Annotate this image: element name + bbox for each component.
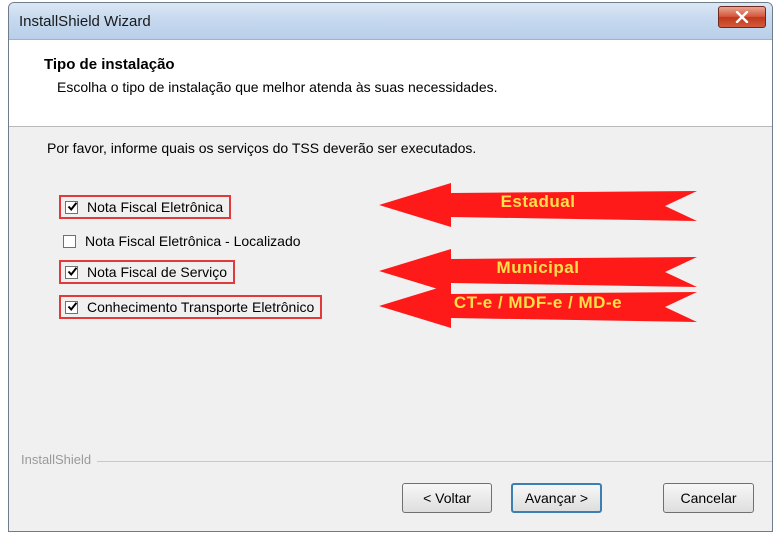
checkmark-icon bbox=[67, 201, 78, 211]
annotation-label: Estadual bbox=[500, 192, 576, 211]
option-label: Nota Fiscal Eletrônica - Localizado bbox=[85, 233, 301, 249]
annotation-arrow-estadual: Estadual bbox=[379, 183, 697, 229]
window-title: InstallShield Wizard bbox=[19, 13, 151, 30]
close-button[interactable] bbox=[718, 6, 766, 28]
checkbox-conhecimento-transporte-eletronico[interactable] bbox=[65, 300, 78, 314]
next-button[interactable]: Avançar > bbox=[511, 483, 602, 513]
installshield-window: InstallShield Wizard Tipo de instalação … bbox=[8, 2, 773, 532]
annotation-arrow-cte: CT-e / MDF-e / MD-e bbox=[379, 284, 697, 330]
option-label: Nota Fiscal Eletrônica bbox=[87, 199, 224, 215]
annotation-label: CT-e / MDF-e / MD-e bbox=[453, 293, 623, 312]
footer-divider bbox=[21, 461, 772, 462]
cancel-button[interactable]: Cancelar bbox=[663, 483, 754, 513]
back-button[interactable]: < Voltar bbox=[402, 483, 492, 513]
wizard-body: Por favor, informe quais os serviços do … bbox=[9, 127, 772, 531]
title-bar[interactable]: InstallShield Wizard bbox=[9, 3, 772, 40]
checkbox-nota-fiscal-eletronica[interactable] bbox=[65, 200, 78, 214]
option-conhecimento-transporte-eletronico[interactable]: Conhecimento Transporte Eletrônico bbox=[59, 295, 323, 319]
checkmark-icon bbox=[67, 301, 78, 311]
installshield-brand: InstallShield bbox=[21, 452, 98, 467]
instruction-text: Por favor, informe quais os serviços do … bbox=[47, 140, 477, 156]
wizard-header: Tipo de instalação Escolha o tipo de ins… bbox=[9, 40, 772, 127]
page-description: Escolha o tipo de instalação que melhor … bbox=[57, 79, 498, 95]
annotation-label: Municipal bbox=[496, 258, 580, 277]
checkbox-nota-fiscal-eletronica-localizado[interactable] bbox=[63, 234, 76, 248]
checkmark-icon bbox=[67, 266, 78, 276]
page-title: Tipo de instalação bbox=[44, 56, 175, 73]
option-nota-fiscal-eletronica-localizado[interactable]: Nota Fiscal Eletrônica - Localizado bbox=[59, 229, 307, 253]
option-label: Conhecimento Transporte Eletrônico bbox=[87, 299, 315, 315]
option-nota-fiscal-eletronica[interactable]: Nota Fiscal Eletrônica bbox=[59, 195, 232, 219]
close-icon bbox=[735, 11, 749, 23]
option-label: Nota Fiscal de Serviço bbox=[87, 264, 228, 280]
option-nota-fiscal-de-servico[interactable]: Nota Fiscal de Serviço bbox=[59, 260, 236, 284]
checkbox-nota-fiscal-de-servico[interactable] bbox=[65, 265, 78, 279]
